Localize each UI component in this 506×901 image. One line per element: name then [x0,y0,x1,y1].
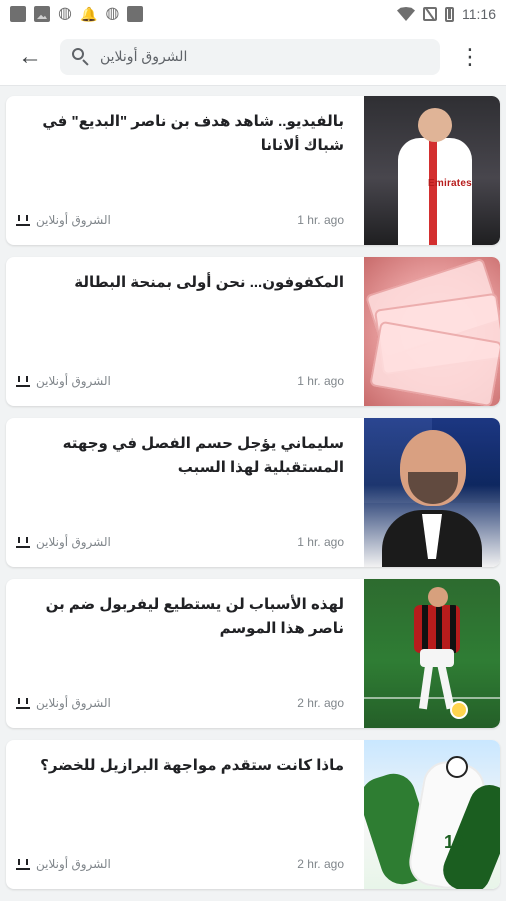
article-source-name: الشروق أونلاين [36,535,111,549]
thumbnail-stripe [429,138,437,245]
search-bar[interactable]: الشروق أونلاين [60,38,440,75]
status-time: 11:16 [462,6,496,22]
article-source: الشروق أونلاين [16,696,111,710]
arrow-left-icon: ← [18,42,42,70]
article-time: 1 hr. ago [297,535,344,549]
wifi-icon [397,7,415,21]
search-query: الشروق أونلاين [100,48,188,64]
bell-icon: 🔔 [79,6,98,22]
article-time: 2 hr. ago [297,857,344,871]
source-logo-icon [16,858,30,870]
article-meta: الشروق أونلاين 2 hr. ago [16,855,344,873]
thumbnail-sponsor-text: Emirates [428,178,472,189]
notification-icon [127,6,144,22]
status-bar: ◍ 🔔 ◍ 11:16 [0,0,506,28]
more-vert-icon: ⋮ [459,43,481,69]
source-logo-icon [16,214,30,226]
top-app-bar: ← الشروق أونلاين ⋮ [0,28,506,86]
globe-icon: ◍ [58,5,72,22]
article-time: 1 hr. ago [297,374,344,388]
article-source-name: الشروق أونلاين [36,374,111,388]
article-card[interactable]: ماذا كانت ستقدم مواجهة البرازيل للخضر؟ ا… [6,740,500,889]
jersey-number: 12 [444,832,465,852]
article-text: لهذه الأسباب لن يستطيع ليفربول ضم بن ناص… [16,589,358,718]
globe-icon: ◍ [105,5,120,22]
article-source-name: الشروق أونلاين [36,696,111,710]
article-card[interactable]: المكفوفون... نحن أولى بمنحة البطالة الشر… [6,257,500,406]
article-meta: الشروق أونلاين 1 hr. ago [16,211,344,229]
article-text: سليماني يؤجل حسم الفصل في وجهته المستقبل… [16,428,358,557]
article-source-name: الشروق أونلاين [36,857,111,871]
football-icon [446,756,468,778]
article-title: ماذا كانت ستقدم مواجهة البرازيل للخضر؟ [40,757,344,774]
article-meta: الشروق أونلاين 1 hr. ago [16,372,344,390]
thumbnail-leg [418,664,434,710]
source-logo-icon [16,697,30,709]
article-meta: الشروق أونلاين 2 hr. ago [16,694,344,712]
article-card[interactable]: سليماني يؤجل حسم الفصل في وجهته المستقبل… [6,418,500,567]
article-thumbnail[interactable]: Emirates [364,96,500,245]
pitch-line [364,697,500,699]
more-options-button[interactable]: ⋮ [440,28,500,86]
article-source: الشروق أونلاين [16,535,111,549]
article-source: الشروق أونلاين [16,857,111,871]
article-source: الشروق أونلاين [16,374,111,388]
thumbnail-head [418,108,452,142]
article-thumbnail[interactable] [364,257,500,406]
battery-icon [445,6,454,22]
no-signal-icon [423,7,437,21]
article-title: المكفوفون... نحن أولى بمنحة البطالة [74,274,344,291]
article-title: بالفيديو.. شاهد هدف بن ناصر "البديع" في … [42,113,344,154]
article-time: 2 hr. ago [297,696,344,710]
article-feed: بالفيديو.. شاهد هدف بن ناصر "البديع" في … [6,96,500,901]
article-card[interactable]: بالفيديو.. شاهد هدف بن ناصر "البديع" في … [6,96,500,245]
source-logo-icon [16,536,30,548]
search-icon [72,47,90,66]
article-thumbnail[interactable]: 12 [364,740,500,889]
article-source: الشروق أونلاين [16,213,111,227]
football-icon [450,701,468,719]
article-text: ماذا كانت ستقدم مواجهة البرازيل للخضر؟ ا… [16,750,358,879]
article-title: سليماني يؤجل حسم الفصل في وجهته المستقبل… [62,435,344,476]
article-text: بالفيديو.. شاهد هدف بن ناصر "البديع" في … [16,106,358,235]
article-time: 1 hr. ago [297,213,344,227]
status-icons-left: ◍ 🔔 ◍ [10,5,144,22]
thumbnail-jersey [414,605,460,653]
article-title: لهذه الأسباب لن يستطيع ليفربول ضم بن ناص… [45,596,344,637]
notification-icon [10,6,26,22]
image-icon [34,6,50,22]
article-thumbnail[interactable] [364,579,500,728]
status-icons-right: 11:16 [397,6,496,22]
article-text: المكفوفون... نحن أولى بمنحة البطالة الشر… [16,267,358,396]
article-thumbnail[interactable] [364,418,500,567]
article-source-name: الشروق أونلاين [36,213,111,227]
thumbnail-head [428,587,448,607]
article-meta: الشروق أونلاين 1 hr. ago [16,533,344,551]
article-card[interactable]: لهذه الأسباب لن يستطيع ليفربول ضم بن ناص… [6,579,500,728]
source-logo-icon [16,375,30,387]
back-button[interactable]: ← [0,28,60,86]
